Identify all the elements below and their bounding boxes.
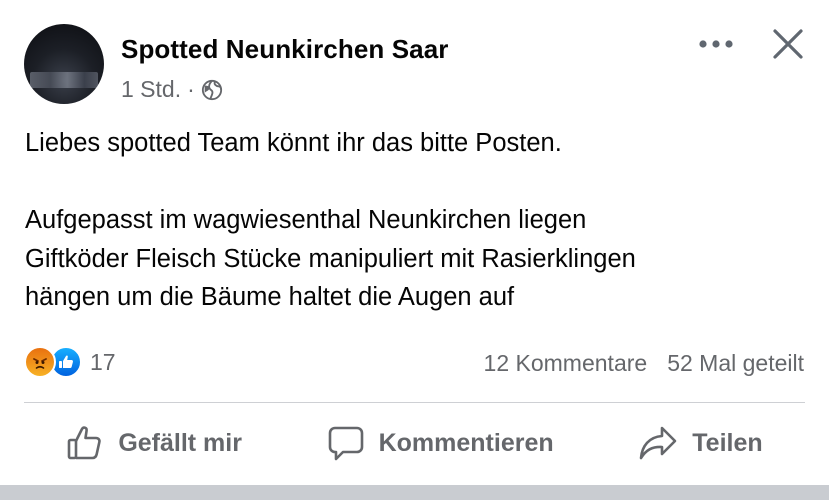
- more-options-button[interactable]: [694, 29, 738, 59]
- post-meta: 1 Std. ·: [121, 76, 223, 103]
- close-button[interactable]: [766, 24, 810, 64]
- post-text-line: Liebes spotted Team könnt ihr das bitte …: [25, 129, 562, 157]
- reactions-summary[interactable]: 17: [24, 346, 116, 378]
- page-avatar[interactable]: [24, 24, 104, 104]
- globe-icon[interactable]: [201, 79, 223, 101]
- post-card: Spotted Neunkirchen Saar 1 Std. · Liebes…: [0, 0, 829, 485]
- feed-separator: [0, 485, 829, 500]
- like-button[interactable]: Gefällt mir: [66, 424, 242, 462]
- post-actions-bar: Gefällt mir Kommentieren Teilen: [24, 412, 805, 474]
- post-text-line: hängen um die Bäume haltet die Augen auf: [25, 283, 515, 311]
- share-button-label: Teilen: [692, 428, 763, 457]
- action-divider: [24, 402, 805, 403]
- more-horizontal-icon: [699, 40, 733, 48]
- page-name-link[interactable]: Spotted Neunkirchen Saar: [121, 34, 448, 65]
- comment-button-label: Kommentieren: [378, 428, 554, 457]
- comment-bubble-icon: [328, 426, 363, 461]
- meta-separator: ·: [187, 76, 195, 102]
- share-arrow-icon: [639, 426, 677, 460]
- comment-button[interactable]: Kommentieren: [327, 424, 554, 462]
- post-body: Liebes spotted Team könnt ihr das bitte …: [25, 124, 805, 317]
- close-icon: [773, 29, 803, 59]
- post-timestamp[interactable]: 1 Std.: [121, 76, 181, 103]
- angry-reaction-icon: [24, 346, 56, 378]
- post-text-line: Giftköder Fleisch Stücke manipuliert mit…: [25, 244, 636, 273]
- post-text-line: Aufgepasst im wagwiesenthal Neunkirchen …: [25, 206, 587, 234]
- share-button[interactable]: Teilen: [638, 424, 763, 462]
- comments-count-link[interactable]: 12 Kommentare: [484, 350, 648, 377]
- like-button-label: Gefällt mir: [118, 428, 242, 457]
- engagement-stats: 12 Kommentare 52 Mal geteilt: [484, 350, 804, 377]
- thumbs-up-icon: [68, 426, 102, 460]
- shares-count-link[interactable]: 52 Mal geteilt: [667, 350, 804, 377]
- avatar-skyline-image: [30, 72, 98, 88]
- reaction-count: 17: [90, 348, 116, 375]
